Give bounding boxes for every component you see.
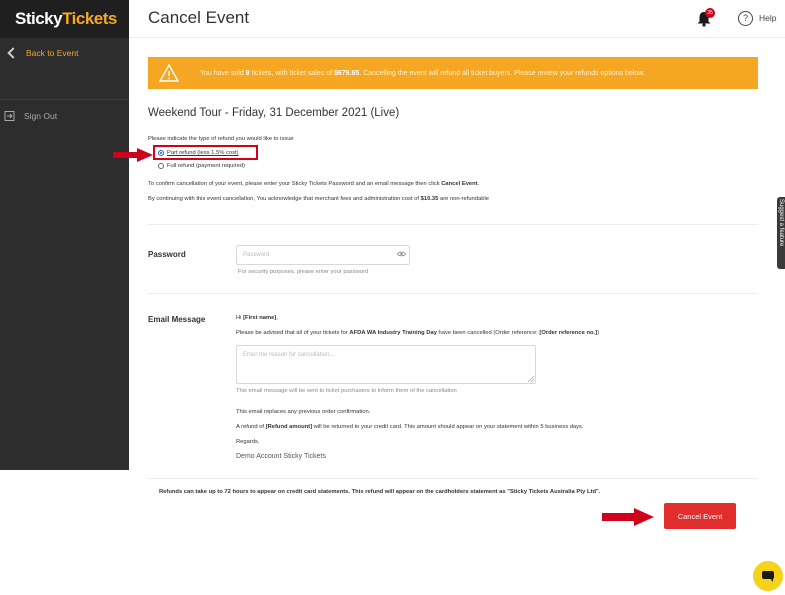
chevron-left-icon bbox=[7, 47, 19, 59]
sidebar-divider bbox=[0, 99, 129, 100]
confirm-instructions: To confirm cancellation of your event, p… bbox=[148, 181, 480, 187]
full-refund-option[interactable]: Full refund (payment required) bbox=[158, 163, 245, 169]
sign-out-label: Sign Out bbox=[24, 111, 58, 121]
chat-icon bbox=[762, 570, 774, 582]
email-hint: This email message will be sent to ticke… bbox=[236, 388, 457, 394]
email-signature: Demo Account Sticky Tickets bbox=[236, 453, 326, 460]
password-label: Password bbox=[148, 250, 186, 259]
email-advice: Please be advised that all of your ticke… bbox=[236, 330, 600, 336]
eye-icon[interactable] bbox=[397, 251, 406, 257]
back-to-event-label: Back to Event bbox=[26, 48, 79, 58]
refund-type-prompt: Please indicate the type of refund you w… bbox=[148, 136, 294, 142]
help-label: Help bbox=[759, 13, 777, 23]
email-regards: Regards, bbox=[236, 439, 260, 445]
back-to-event-link[interactable]: Back to Event bbox=[0, 44, 129, 62]
refund-timing-note: Refunds can take up to 72 hours to appea… bbox=[159, 489, 601, 495]
email-replaces-text: This email replaces any previous order c… bbox=[236, 409, 371, 415]
part-refund-option[interactable]: Part refund (less 1.5% cost) bbox=[158, 150, 239, 156]
arrow-right-icon bbox=[602, 508, 654, 531]
sign-out-icon bbox=[4, 111, 15, 121]
question-icon: ? bbox=[738, 10, 753, 26]
suggest-feature-tab[interactable]: Suggest a feature bbox=[777, 197, 785, 269]
page-title: Cancel Event bbox=[148, 8, 250, 27]
logo[interactable]: StickyTickets bbox=[15, 9, 117, 29]
password-input[interactable]: Password bbox=[236, 245, 410, 265]
resize-handle-icon[interactable] bbox=[528, 376, 534, 382]
header: Cancel Event 35 ? Help bbox=[129, 0, 785, 38]
part-refund-label: Part refund (less 1.5% cost) bbox=[167, 150, 239, 156]
suggest-feature-label: Suggest a feature bbox=[778, 199, 784, 247]
event-title: Weekend Tour - Friday, 31 December 2021 … bbox=[148, 107, 400, 119]
divider bbox=[148, 293, 758, 294]
sidebar: StickyTickets Back to Event Sign Out bbox=[0, 0, 129, 470]
divider bbox=[148, 478, 758, 479]
email-greeting: Hi [First name], bbox=[236, 315, 278, 321]
acknowledgement-text: By continuing with this event cancellati… bbox=[148, 196, 489, 202]
arrow-right-icon bbox=[113, 148, 153, 167]
divider bbox=[148, 224, 758, 225]
full-refund-radio[interactable] bbox=[158, 163, 164, 169]
part-refund-radio[interactable] bbox=[158, 150, 164, 156]
cancellation-reason-textarea[interactable]: Enter the reason for cancellation... bbox=[236, 345, 536, 384]
notification-badge: 35 bbox=[705, 8, 715, 18]
email-message-label: Email Message bbox=[148, 315, 206, 324]
email-refund-text: A refund of [Refund amount] will be retu… bbox=[236, 424, 584, 430]
warning-alert: You have sold 9 tickets, with ticket sal… bbox=[148, 57, 758, 89]
warning-icon bbox=[159, 64, 179, 82]
help-button[interactable]: ? Help bbox=[738, 9, 776, 27]
cancel-event-button[interactable]: Cancel Event bbox=[664, 503, 736, 529]
full-refund-label: Full refund (payment required) bbox=[167, 163, 245, 169]
password-hint: For security purposes, please enter your… bbox=[238, 269, 369, 275]
logo-bar: StickyTickets bbox=[0, 0, 129, 38]
alert-text: You have sold 9 tickets, with ticket sal… bbox=[200, 69, 645, 77]
chat-button[interactable] bbox=[753, 561, 783, 591]
sign-out-link[interactable]: Sign Out bbox=[0, 109, 129, 123]
